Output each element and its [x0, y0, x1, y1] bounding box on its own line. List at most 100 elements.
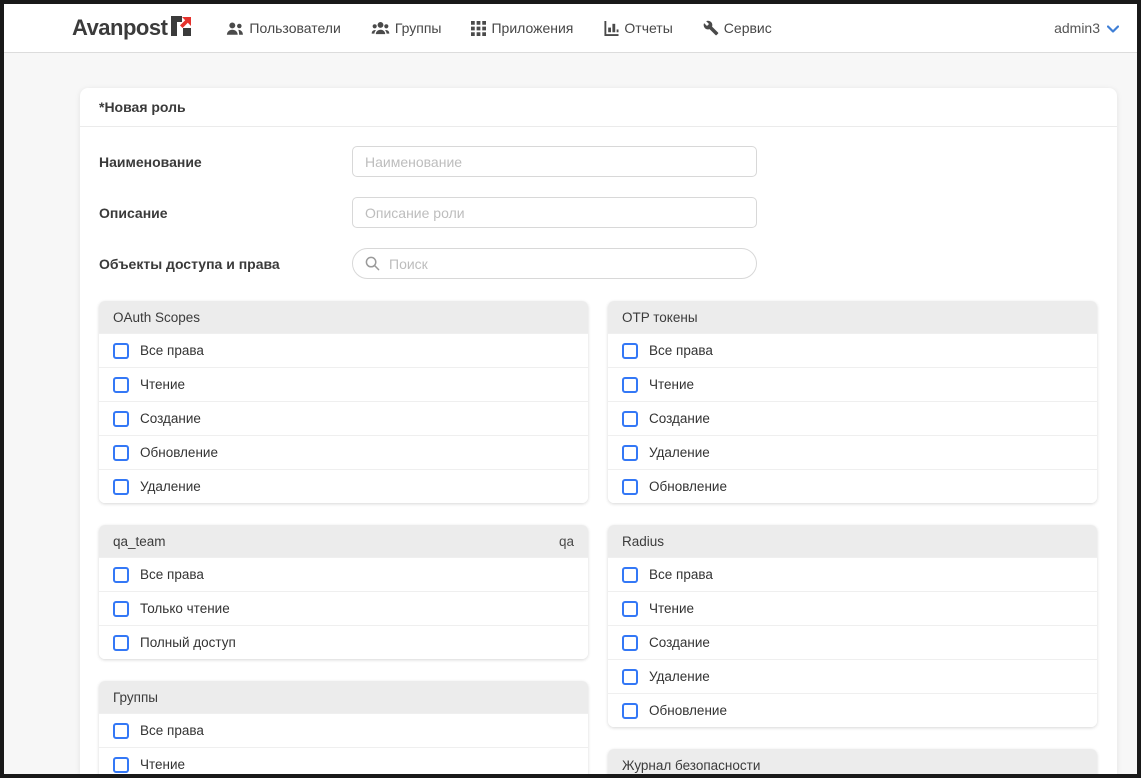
permission-row: Полный доступ — [99, 625, 588, 659]
permissions-grid: OAuth Scopes Все права Чтение Создание Обнов… — [99, 301, 1098, 778]
panel-title: Группы — [113, 690, 158, 705]
permission-checkbox[interactable] — [113, 601, 129, 617]
permission-row: Удаление — [99, 469, 588, 503]
panel-header: OTP токены — [608, 301, 1097, 333]
permission-row: Обновление — [99, 435, 588, 469]
permission-checkbox[interactable] — [113, 723, 129, 739]
permissions-panel-right-0: OTP токены Все права Чтение Создание Удалени… — [608, 301, 1097, 503]
permissions-panel-left-0: OAuth Scopes Все права Чтение Создание Обнов… — [99, 301, 588, 503]
panel-title: Radius — [622, 534, 664, 549]
permission-row: Создание — [99, 401, 588, 435]
access-field-row: Объекты доступа и права — [99, 248, 1098, 279]
apps-grid-icon — [471, 21, 486, 36]
panel-header: qa_teamqa — [99, 525, 588, 557]
permission-label: Обновление — [649, 479, 727, 494]
description-field-row: Описание — [99, 197, 1098, 228]
app-window: Avanpost Пользователи Группы Приложения Отч… — [0, 0, 1141, 778]
permission-row: Удаление — [608, 659, 1097, 693]
permission-row: Создание — [608, 401, 1097, 435]
name-field-row: Наименование — [99, 146, 1098, 177]
card-body: Наименование Описание Объекты доступа и … — [80, 127, 1117, 778]
permission-label: Все права — [140, 343, 204, 358]
panel-title: Журнал безопасности — [622, 758, 760, 773]
permission-checkbox[interactable] — [622, 377, 638, 393]
permissions-column-right: OTP токены Все права Чтение Создание Удалени… — [608, 301, 1097, 778]
avanpost-logo-icon — [170, 15, 192, 42]
permission-label: Чтение — [649, 377, 694, 392]
permission-checkbox[interactable] — [622, 567, 638, 583]
reports-chart-icon — [603, 21, 619, 36]
description-label: Описание — [99, 205, 352, 221]
user-menu[interactable]: admin3 — [1054, 20, 1119, 36]
permission-checkbox[interactable] — [113, 445, 129, 461]
nav-item-users[interactable]: Пользователи — [226, 20, 340, 36]
new-role-card: *Новая роль Наименование Описание Объект… — [80, 88, 1117, 774]
permissions-column-left: OAuth Scopes Все права Чтение Создание Обнов… — [99, 301, 588, 778]
permission-checkbox[interactable] — [113, 479, 129, 495]
permission-label: Обновление — [140, 445, 218, 460]
permissions-panel-left-1: qa_teamqaВсе права Только чтение Полный до… — [99, 525, 588, 659]
permission-checkbox[interactable] — [622, 445, 638, 461]
permission-row: Удаление — [608, 435, 1097, 469]
nav-item-reports[interactable]: Отчеты — [603, 20, 672, 36]
nav-item-label: Пользователи — [249, 20, 340, 36]
permission-checkbox[interactable] — [113, 757, 129, 773]
permission-label: Только чтение — [140, 601, 230, 616]
permission-label: Удаление — [649, 445, 710, 460]
permission-row: Только чтение — [99, 591, 588, 625]
nav-item-label: Отчеты — [624, 20, 672, 36]
panel-title: OTP токены — [622, 310, 698, 325]
permission-checkbox[interactable] — [622, 635, 638, 651]
permission-label: Чтение — [140, 377, 185, 392]
permission-row: Обновление — [608, 469, 1097, 503]
permissions-panel-left-2: ГруппыВсе праваЧтение — [99, 681, 588, 778]
permission-checkbox[interactable] — [622, 343, 638, 359]
permission-row: Все права — [99, 557, 588, 591]
nav-item-service[interactable]: Сервис — [703, 20, 772, 36]
search-wrap — [352, 248, 757, 279]
permission-label: Создание — [140, 411, 201, 426]
permission-label: Создание — [649, 635, 710, 650]
panel-header: Radius — [608, 525, 1097, 557]
permission-checkbox[interactable] — [622, 703, 638, 719]
name-input[interactable] — [352, 146, 757, 177]
permission-checkbox[interactable] — [113, 377, 129, 393]
avanpost-logo[interactable]: Avanpost — [72, 15, 192, 42]
permission-row: Обновление — [608, 693, 1097, 727]
description-input[interactable] — [352, 197, 757, 228]
permission-checkbox[interactable] — [622, 479, 638, 495]
permission-label: Создание — [649, 411, 710, 426]
panel-header: Группы — [99, 681, 588, 713]
permission-row: Все права — [99, 713, 588, 747]
permission-checkbox[interactable] — [113, 635, 129, 651]
permission-checkbox[interactable] — [622, 601, 638, 617]
permission-checkbox[interactable] — [113, 567, 129, 583]
permission-label: Обновление — [649, 703, 727, 718]
permission-label: Чтение — [649, 601, 694, 616]
nav-item-label: Приложения — [491, 20, 573, 36]
nav-item-label: Группы — [395, 20, 442, 36]
nav-item-apps[interactable]: Приложения — [471, 20, 573, 36]
permission-row: Все права — [608, 557, 1097, 591]
permission-checkbox[interactable] — [622, 669, 638, 685]
permission-row: Чтение — [608, 367, 1097, 401]
access-search-input[interactable] — [352, 248, 757, 279]
permission-row: Чтение — [99, 367, 588, 401]
permission-checkbox[interactable] — [113, 343, 129, 359]
nav-item-groups[interactable]: Группы — [371, 20, 442, 36]
permission-label: Удаление — [140, 479, 201, 494]
permission-checkbox[interactable] — [622, 411, 638, 427]
service-wrench-icon — [703, 20, 719, 36]
nav-item-label: Сервис — [724, 20, 772, 36]
card-title: *Новая роль — [80, 88, 1117, 127]
permission-row: Чтение — [608, 591, 1097, 625]
permissions-panel-right-2: Журнал безопасности — [608, 749, 1097, 778]
permission-row: Все права — [608, 333, 1097, 367]
permission-row: Создание — [608, 625, 1097, 659]
name-label: Наименование — [99, 154, 352, 170]
permission-checkbox[interactable] — [113, 411, 129, 427]
permission-label: Все права — [649, 343, 713, 358]
main-nav: Пользователи Группы Приложения Отчеты Сервис — [226, 20, 771, 36]
panel-title: OAuth Scopes — [113, 310, 200, 325]
panel-header: Журнал безопасности — [608, 749, 1097, 778]
